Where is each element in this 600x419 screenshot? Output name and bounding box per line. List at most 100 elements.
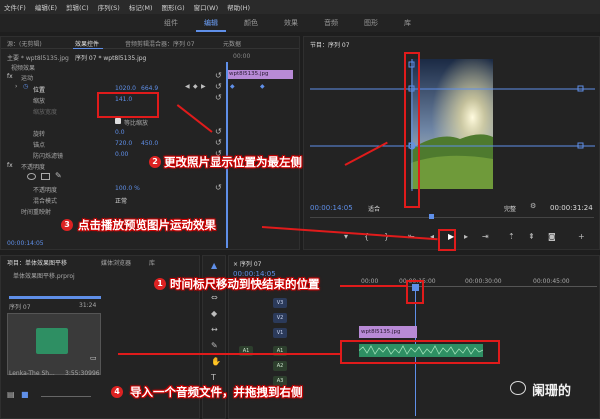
- monitor-viewport[interactable]: [310, 51, 595, 201]
- time-remap-label[interactable]: 时间重映射: [21, 207, 51, 216]
- track-v3[interactable]: V3: [273, 298, 287, 308]
- audio-file-name[interactable]: Lenka-The Sh...: [9, 370, 55, 377]
- program-monitor-panel: 节目：序列 07 00:00:14:05 适合 完整 ⚙ 00:00:31:24…: [303, 36, 600, 250]
- menu-sequence[interactable]: 序列(S): [98, 2, 120, 12]
- menu-edit[interactable]: 编辑(E): [35, 2, 57, 12]
- camera-icon[interactable]: ◙: [548, 233, 556, 241]
- tab-libraries[interactable]: 库: [404, 18, 411, 28]
- tab-effect-controls[interactable]: 效果控件: [75, 39, 99, 48]
- monitor-scrubber[interactable]: [310, 217, 594, 218]
- keyframe-end-icon[interactable]: ◆: [260, 84, 265, 90]
- watermark-text: 阑珊的: [532, 384, 572, 399]
- reset-anchor-icon[interactable]: ↺: [215, 139, 222, 147]
- blend-mode-label: 混合模式: [33, 198, 58, 205]
- tab-metadata[interactable]: 元数据: [223, 39, 241, 48]
- menu-graphics[interactable]: 图形(G): [162, 2, 185, 12]
- antiflicker-value[interactable]: 0.00: [115, 151, 128, 158]
- menu-window[interactable]: 窗口(W): [194, 2, 219, 12]
- keyframe-start-icon[interactable]: ◆: [230, 84, 235, 90]
- menu-file[interactable]: 文件(F): [4, 2, 26, 12]
- anchor-x-value[interactable]: 720.0: [115, 140, 132, 147]
- monitor-playhead[interactable]: [429, 214, 434, 219]
- tab-source[interactable]: 源：(无剪辑): [7, 39, 42, 48]
- lift-icon[interactable]: ⇡: [508, 233, 515, 241]
- motion-label[interactable]: 运动: [21, 73, 33, 82]
- mini-clip-bar[interactable]: wpt8l5135.jpg: [227, 70, 293, 79]
- tab-media-browser[interactable]: 媒体浏览器: [101, 258, 131, 267]
- tab-effects[interactable]: 效果: [284, 18, 298, 28]
- anchor-y-value[interactable]: 450.0: [141, 140, 158, 147]
- prev-keyframe-icon[interactable]: ◀: [185, 84, 190, 90]
- reset-position-icon[interactable]: ↺: [215, 83, 222, 91]
- video-clip[interactable]: wpt8l5135.jpg: [359, 326, 417, 338]
- tab-editing[interactable]: 编辑: [204, 18, 218, 28]
- tab-audio[interactable]: 音频: [324, 18, 338, 28]
- button-editor-icon[interactable]: +: [578, 233, 585, 241]
- sequence-name[interactable]: 序列 07: [9, 302, 31, 311]
- blend-mode-dropdown[interactable]: 正常: [115, 196, 127, 205]
- rotation-label: 旋转: [33, 131, 46, 138]
- zoom-slider[interactable]: [41, 396, 91, 397]
- fit-dropdown[interactable]: 适合: [368, 204, 380, 213]
- master-clip-label[interactable]: 主要 * wpt8l5135.jpg: [7, 53, 69, 62]
- opacity-section-label[interactable]: 不透明度: [21, 162, 45, 171]
- track-v1[interactable]: V1: [273, 328, 287, 338]
- menu-clip[interactable]: 剪辑(C): [66, 2, 89, 12]
- stopwatch-position-icon[interactable]: ◷: [23, 84, 28, 90]
- list-view-icon[interactable]: ■: [21, 391, 29, 399]
- menu-marker[interactable]: 标记(M): [129, 2, 153, 12]
- reset-opacity-value-icon[interactable]: ↺: [215, 184, 222, 192]
- reset-scale-icon[interactable]: ↺: [215, 94, 222, 102]
- expand-position-icon[interactable]: ›: [15, 84, 17, 90]
- tab-color[interactable]: 颜色: [244, 18, 258, 28]
- audio-badge-icon: ▭: [90, 354, 97, 362]
- uniform-scale-label: 等比缩放: [124, 120, 149, 127]
- monitor-timecode-left[interactable]: 00:00:14:05: [310, 204, 353, 212]
- type-tool-icon[interactable]: T: [211, 374, 216, 382]
- track-a2[interactable]: A2: [273, 361, 287, 371]
- timeline-sequence-tab[interactable]: × 序列 07: [233, 259, 261, 268]
- add-keyframe-icon[interactable]: ◆: [193, 84, 198, 90]
- quality-dropdown[interactable]: 完整: [504, 204, 516, 213]
- anchor-label: 锚点: [33, 142, 46, 149]
- antiflicker-label: 防闪烁滤镜: [33, 153, 64, 160]
- rotation-value[interactable]: 0.0: [115, 129, 125, 136]
- pen-tool-icon[interactable]: ✎: [211, 342, 218, 350]
- selection-tool-icon[interactable]: ▲: [211, 262, 217, 270]
- tab-assembly[interactable]: 组件: [164, 18, 178, 28]
- extract-icon[interactable]: ⇞: [528, 233, 535, 241]
- opacity-value[interactable]: 100.0 %: [115, 185, 140, 192]
- rectangle-mask-icon[interactable]: [41, 173, 50, 180]
- uniform-scale-checkbox[interactable]: [115, 118, 121, 124]
- hand-tool-icon[interactable]: ✋: [211, 358, 221, 366]
- lock-icon[interactable]: ▤: [7, 391, 15, 399]
- program-monitor-title[interactable]: 节目：序列 07: [310, 40, 350, 49]
- audio-thumbnail[interactable]: ▭: [7, 313, 101, 375]
- position-x-value[interactable]: 1020.0: [115, 85, 136, 92]
- slip-tool-icon[interactable]: ↔: [211, 326, 218, 334]
- razor-tool-icon[interactable]: ◆: [211, 310, 217, 318]
- next-keyframe-icon[interactable]: ▶: [201, 84, 206, 90]
- effect-controls-tabbar: 源：(无剪辑) 效果控件 音频剪辑混合器：序列 07 元数据: [1, 37, 299, 49]
- track-v2[interactable]: V2: [273, 313, 287, 323]
- go-to-out-icon[interactable]: ⇥: [482, 233, 489, 241]
- tab-audio-mixer[interactable]: 音频剪辑混合器：序列 07: [125, 39, 195, 48]
- fx-icon: fx: [7, 73, 13, 80]
- step-forward-icon[interactable]: ▸: [464, 233, 468, 241]
- tab-graphics[interactable]: 图形: [364, 18, 378, 28]
- pen-mask-icon[interactable]: ✎: [55, 172, 62, 180]
- effect-controls-timecode[interactable]: 00:00:14:05: [7, 240, 44, 247]
- tab-project[interactable]: 项目：单体效果图平移: [7, 258, 67, 267]
- reset-motion-icon[interactable]: ↺: [215, 72, 222, 80]
- scale-label: 缩放: [33, 98, 46, 105]
- ripple-edit-tool-icon[interactable]: ⇔: [211, 294, 218, 302]
- menu-help[interactable]: 帮助(H): [227, 2, 250, 12]
- position-y-value[interactable]: 664.9: [141, 85, 158, 92]
- active-tab-underline: [73, 48, 103, 49]
- ellipse-mask-icon[interactable]: [27, 173, 36, 180]
- tab-libraries-panel[interactable]: 库: [149, 258, 155, 267]
- add-marker-icon[interactable]: ▾: [344, 233, 348, 241]
- wrench-icon[interactable]: ⚙: [530, 203, 536, 210]
- sequence-clip-label[interactable]: 序列 07 * wpt8l5135.jpg: [75, 53, 146, 62]
- reset-rotation-icon[interactable]: ↺: [215, 128, 222, 136]
